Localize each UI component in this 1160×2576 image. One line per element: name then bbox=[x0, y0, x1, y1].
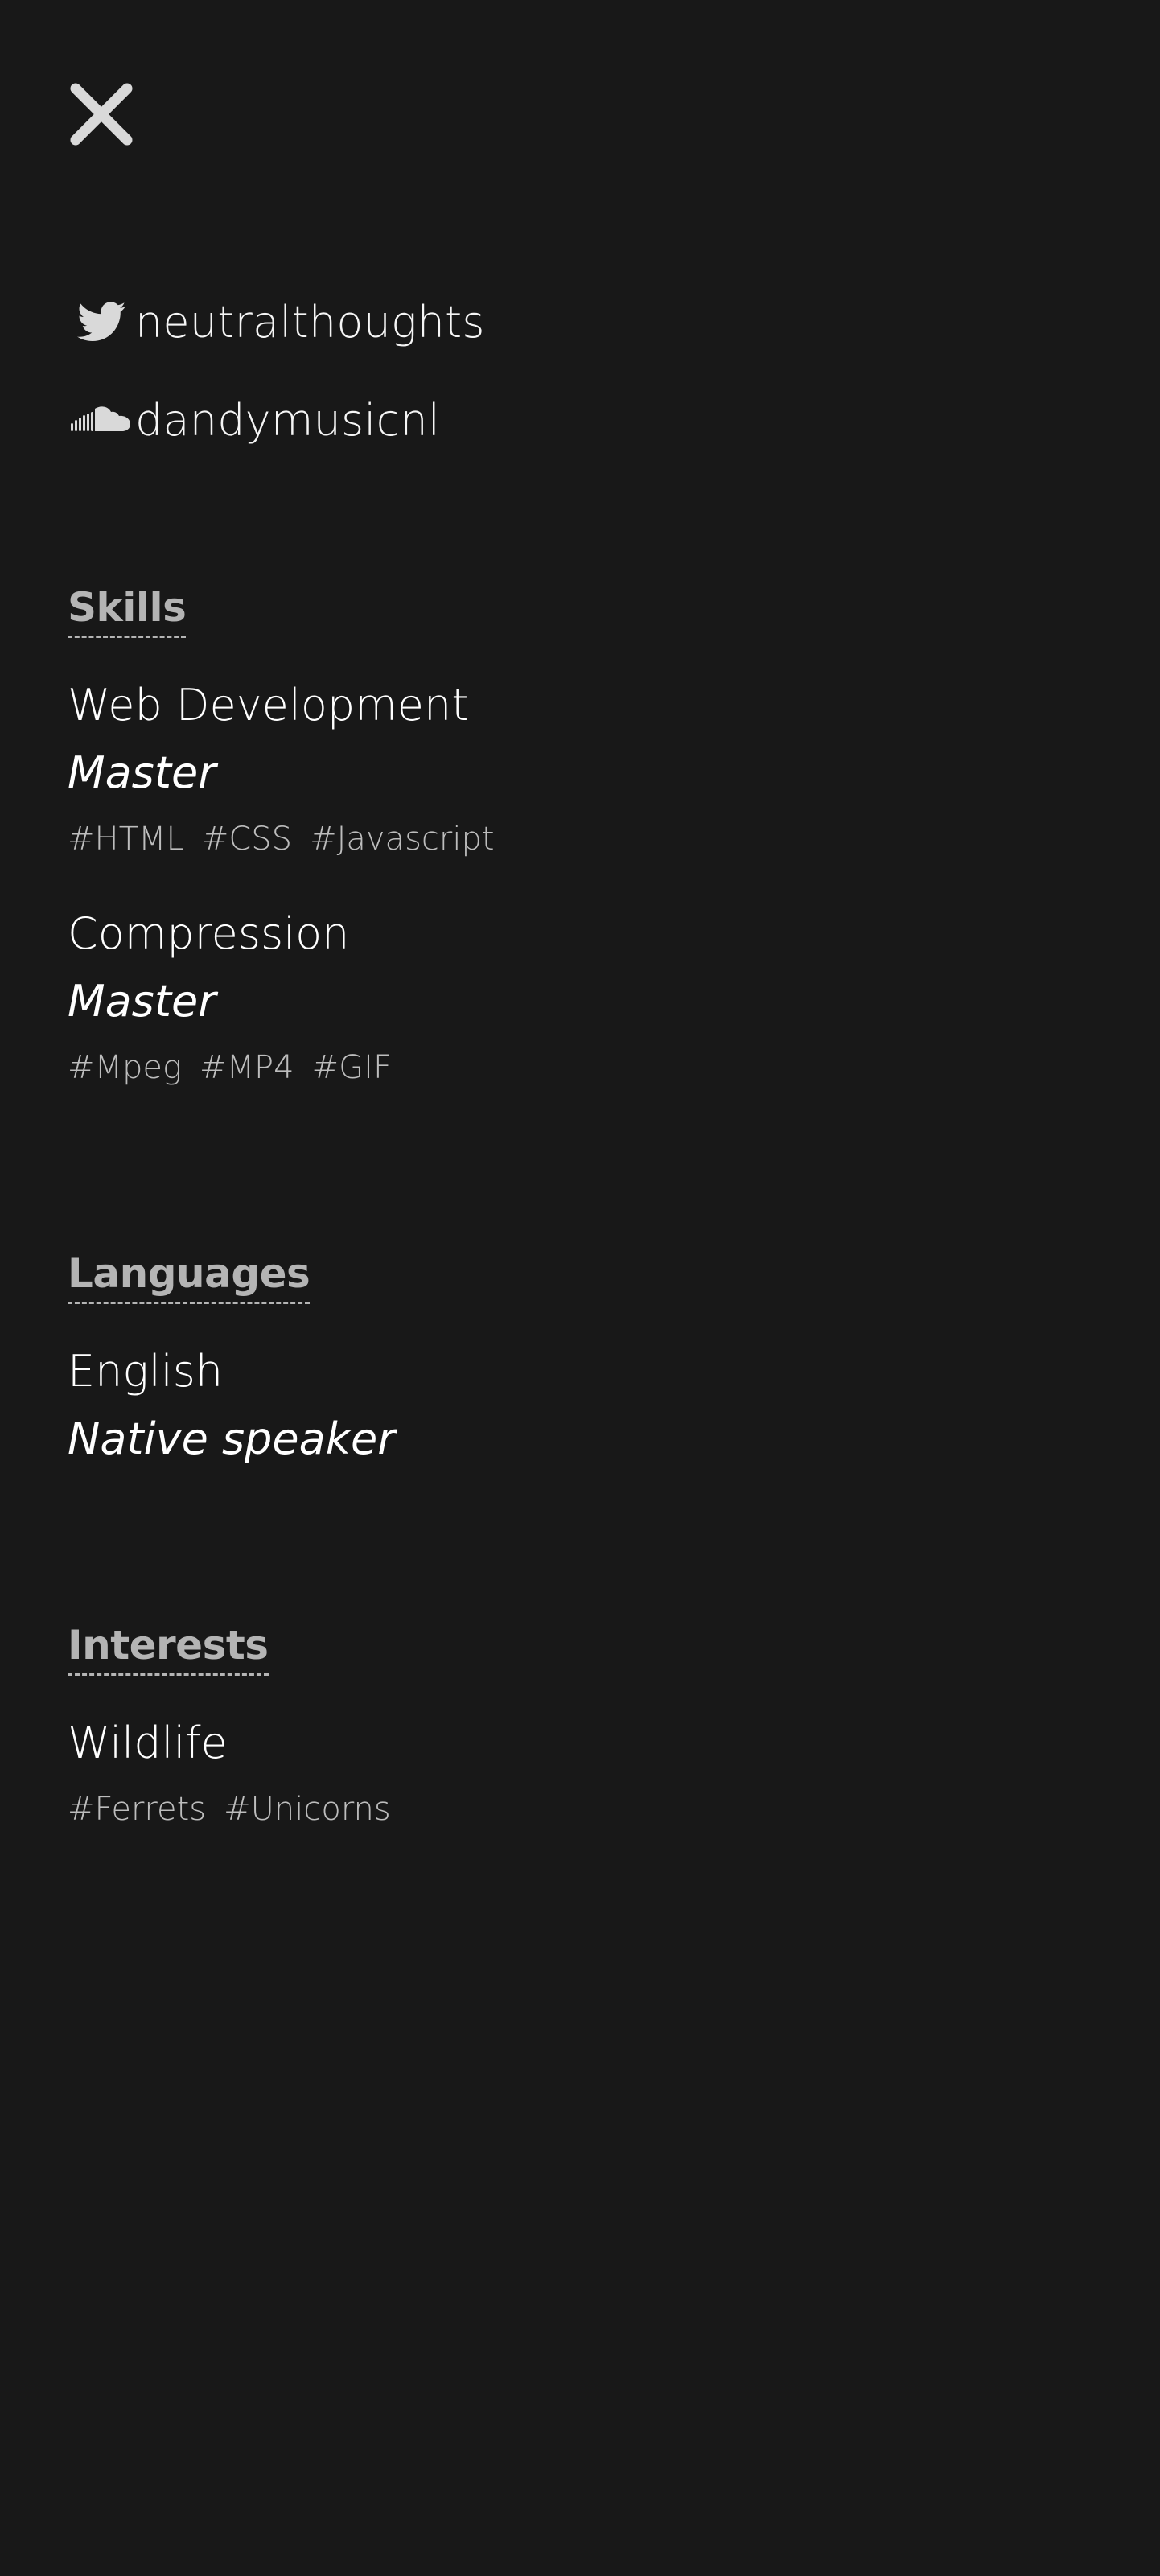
skill-title: Web Development bbox=[68, 680, 469, 730]
skill-tags: #HTML #CSS #Javascript bbox=[68, 807, 495, 871]
tag: #GIF bbox=[311, 1049, 392, 1086]
soundcloud-handle: dandymusicnl bbox=[135, 394, 441, 446]
close-icon bbox=[70, 83, 133, 146]
skill-title: Compression bbox=[68, 908, 350, 959]
skill-level: Master bbox=[68, 747, 216, 798]
tag: #Unicorns bbox=[224, 1791, 391, 1828]
close-button[interactable] bbox=[68, 80, 135, 148]
soundcloud-link[interactable]: dandymusicnl bbox=[68, 388, 485, 452]
tag: #Ferrets bbox=[68, 1791, 207, 1828]
tag: #CSS bbox=[201, 821, 293, 858]
language-level: Native speaker bbox=[68, 1414, 396, 1464]
skill-entry: Compression Master #Mpeg #MP4 #GIF bbox=[68, 900, 495, 1100]
skill-tags: #Mpeg #MP4 #GIF bbox=[68, 1035, 495, 1100]
languages-section: Languages English Native speaker bbox=[68, 1247, 395, 1473]
interests-section: Interests Wildlife #Ferrets #Unicorns bbox=[68, 1619, 391, 1841]
tag: #HTML bbox=[68, 821, 184, 858]
twitter-handle: neutralthoughts bbox=[135, 296, 485, 348]
interest-entry: Wildlife #Ferrets #Unicorns bbox=[68, 1710, 391, 1841]
skills-section: Skills Web Development Master #HTML #CSS… bbox=[68, 581, 495, 1100]
tag: #MP4 bbox=[200, 1049, 294, 1086]
twitter-link[interactable]: neutralthoughts bbox=[68, 290, 485, 354]
interest-title: Wildlife bbox=[68, 1718, 228, 1768]
skills-heading: Skills bbox=[68, 581, 187, 638]
twitter-icon bbox=[68, 298, 135, 346]
soundcloud-icon bbox=[68, 396, 135, 444]
languages-heading: Languages bbox=[68, 1247, 311, 1304]
language-title: English bbox=[68, 1346, 224, 1397]
tag: #Javascript bbox=[310, 821, 495, 858]
tag: #Mpeg bbox=[68, 1049, 183, 1086]
skill-entry: Web Development Master #HTML #CSS #Javas… bbox=[68, 672, 495, 871]
skill-level: Master bbox=[68, 976, 216, 1027]
interest-tags: #Ferrets #Unicorns bbox=[68, 1777, 391, 1841]
interests-heading: Interests bbox=[68, 1619, 269, 1676]
social-links: neutralthoughts dandymusicnl bbox=[68, 290, 485, 486]
language-entry: English Native speaker bbox=[68, 1338, 395, 1473]
